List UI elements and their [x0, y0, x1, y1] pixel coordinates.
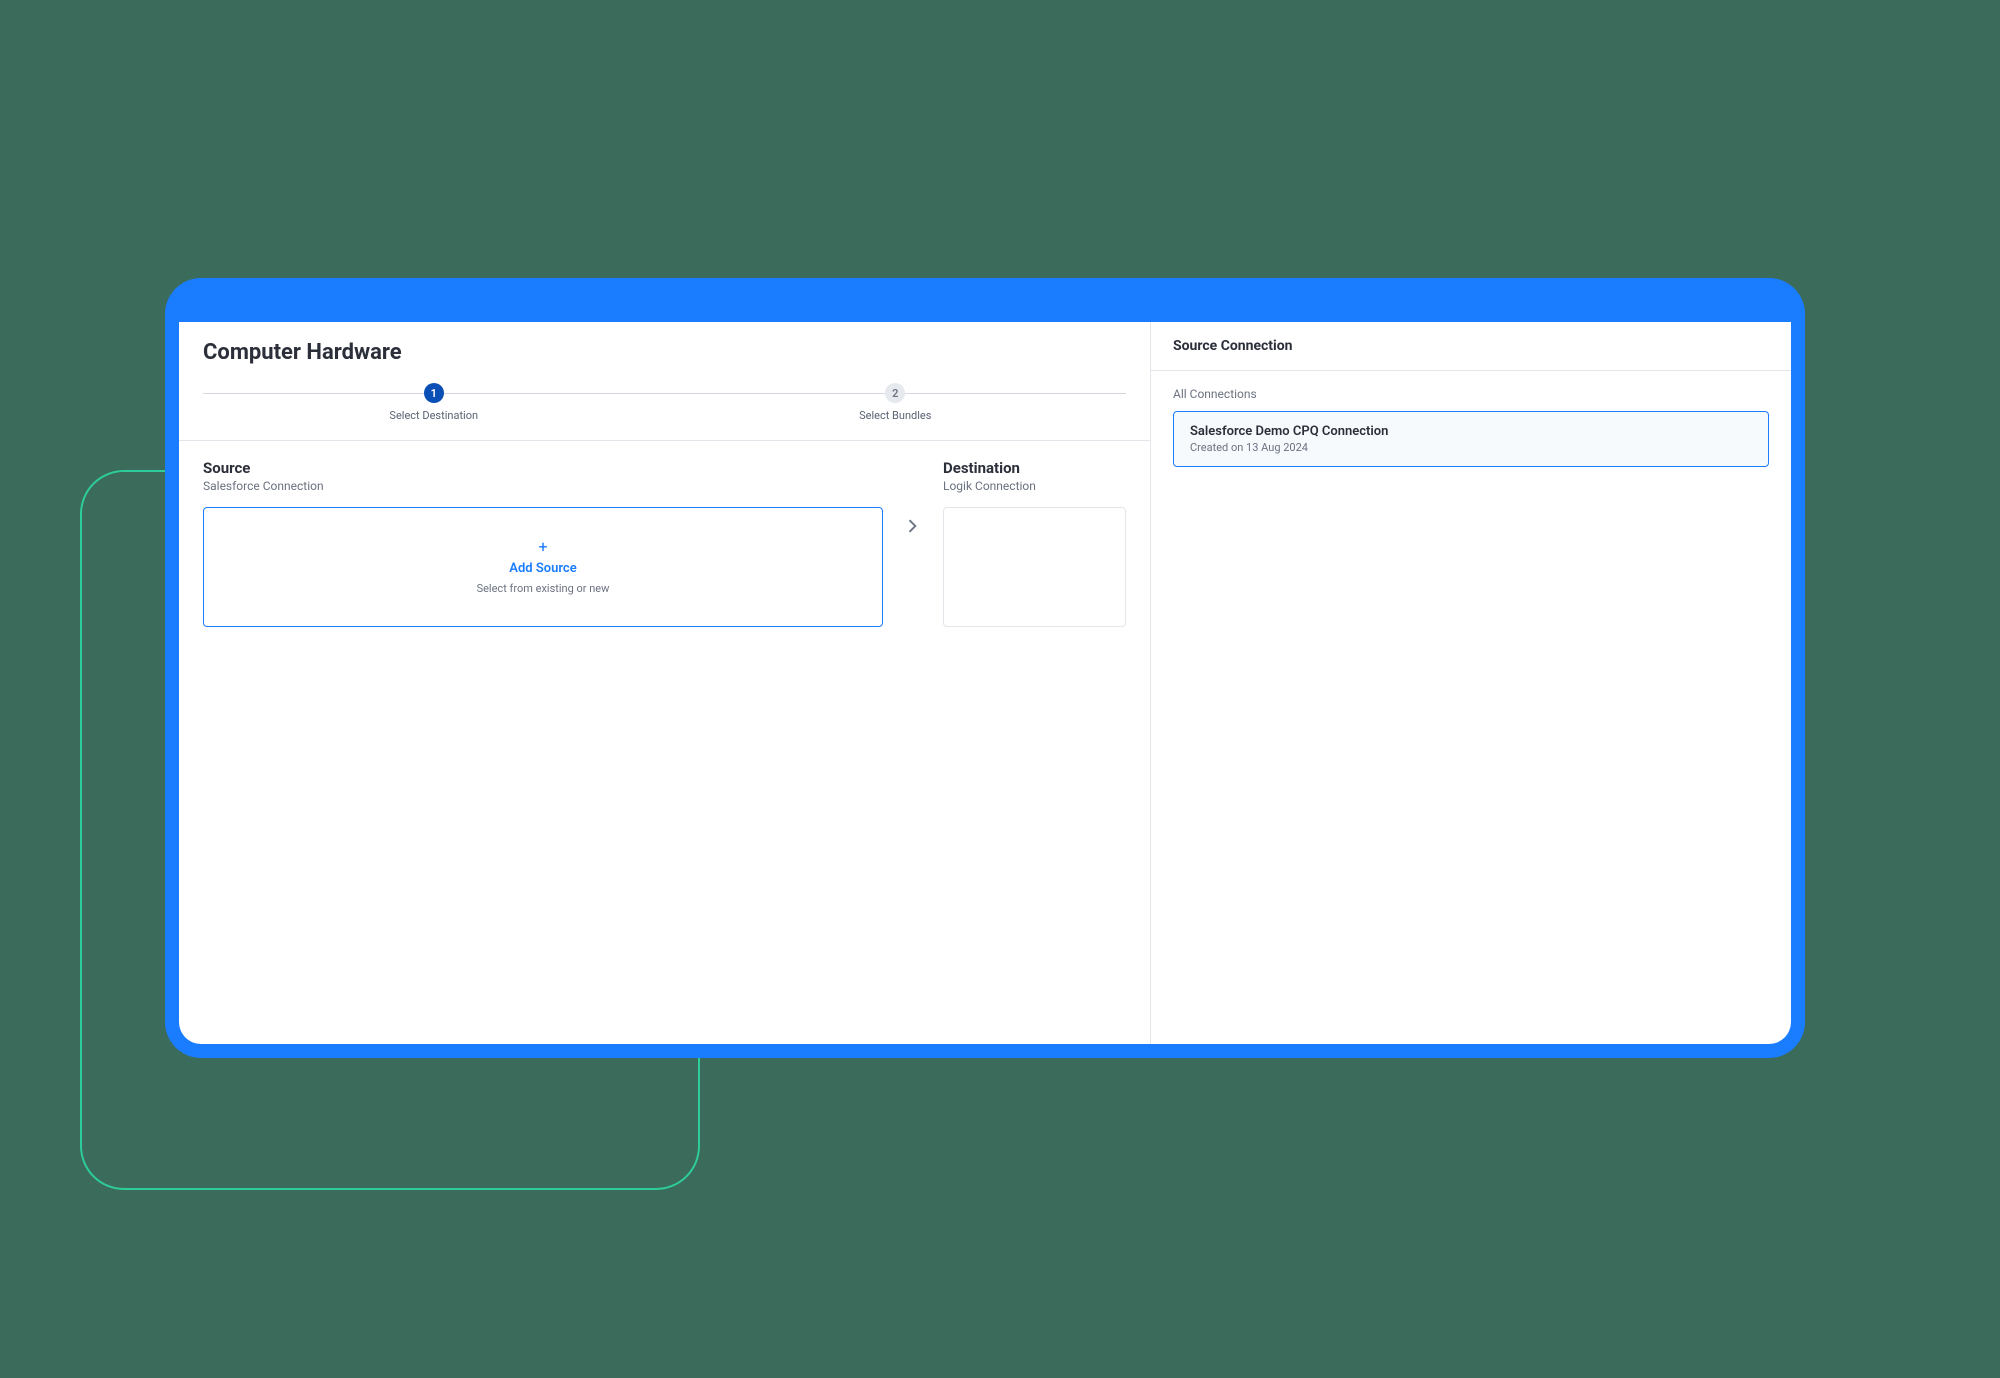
add-source-card[interactable]: + Add Source Select from existing or new	[203, 507, 883, 627]
side-panel-header: Source Connection	[1151, 322, 1791, 371]
step-label: Select Destination	[389, 409, 478, 422]
stepper: 1 Select Destination 2 Select Bundles	[179, 375, 1150, 426]
add-source-label: Add Source	[509, 561, 576, 576]
source-subheading: Salesforce Connection	[203, 479, 883, 493]
connection-created: Created on 13 Aug 2024	[1190, 441, 1752, 454]
window-body: Computer Hardware 1 Select Destination 2…	[179, 322, 1791, 1044]
destination-subheading: Logik Connection	[943, 479, 1126, 493]
main-area: Computer Hardware 1 Select Destination 2…	[179, 322, 1151, 1044]
step-select-destination[interactable]: 1 Select Destination	[203, 383, 665, 422]
destination-heading: Destination	[943, 459, 1126, 477]
all-connections-label: All Connections	[1151, 371, 1791, 411]
step-number-active: 1	[424, 383, 444, 403]
source-heading: Source	[203, 459, 883, 477]
step-number-inactive: 2	[885, 383, 905, 403]
page-title: Computer Hardware	[179, 322, 1150, 375]
source-destination-row: Source Salesforce Connection + Add Sourc…	[179, 441, 1150, 627]
step-select-bundles[interactable]: 2 Select Bundles	[665, 383, 1127, 422]
destination-card[interactable]	[943, 507, 1126, 627]
source-column: Source Salesforce Connection + Add Sourc…	[203, 459, 883, 627]
chevron-right-icon	[908, 519, 918, 537]
window-titlebar	[179, 292, 1791, 322]
destination-column: Destination Logik Connection	[943, 459, 1126, 627]
step-label: Select Bundles	[859, 409, 931, 422]
side-panel: Source Connection All Connections Salesf…	[1151, 322, 1791, 1044]
app-window: Computer Hardware 1 Select Destination 2…	[165, 278, 1805, 1058]
connection-title: Salesforce Demo CPQ Connection	[1190, 424, 1752, 439]
plus-icon: +	[538, 539, 547, 555]
connection-card[interactable]: Salesforce Demo CPQ Connection Created o…	[1173, 411, 1769, 467]
add-source-sub: Select from existing or new	[477, 582, 610, 595]
arrow-column	[903, 459, 923, 537]
